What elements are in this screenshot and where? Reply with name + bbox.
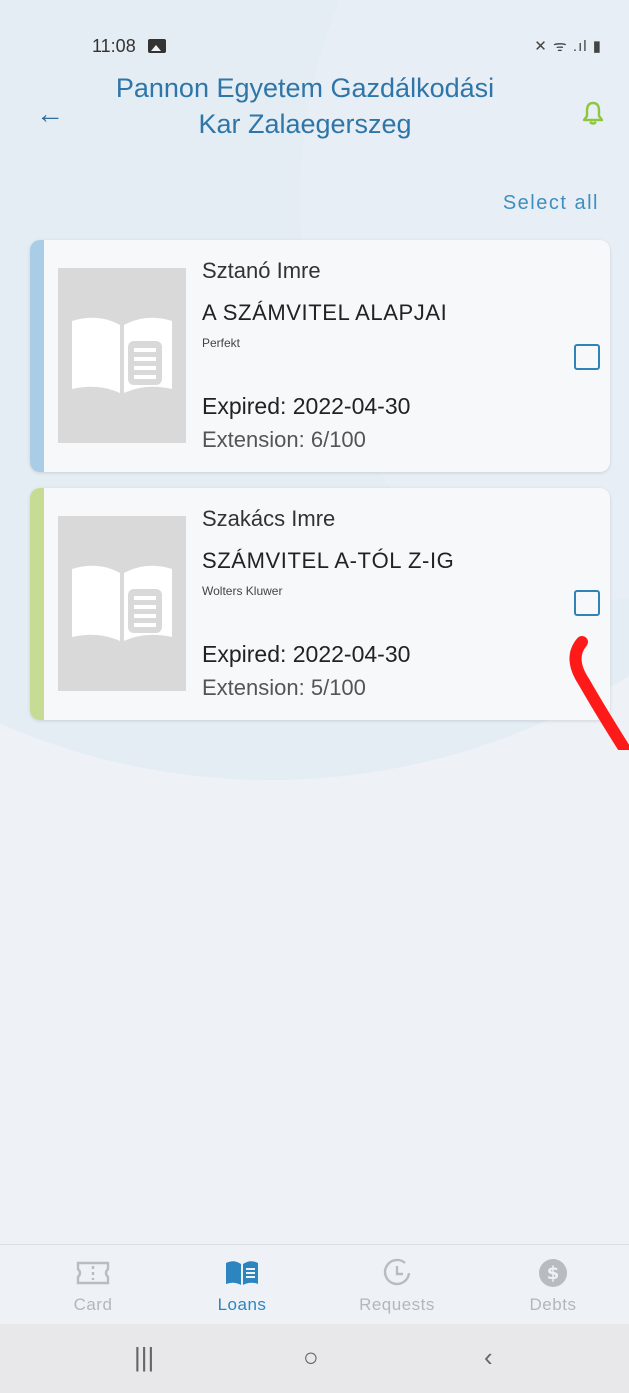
bottom-tab-bar: Card Loans Requests $ Debts: [0, 1244, 629, 1325]
card-stripe: [30, 240, 44, 472]
tab-requests[interactable]: Requests: [322, 1245, 472, 1325]
book-publisher: Wolters Kluwer: [202, 584, 283, 598]
recents-button[interactable]: |||: [134, 1342, 154, 1373]
status-icons: ✕ ᯤ .ıl ▮: [534, 38, 602, 55]
back-arrow-icon[interactable]: ←: [36, 98, 64, 130]
open-book-icon: [72, 317, 172, 393]
page-title-line1: Pannon Egyetem Gazdálkodási: [115, 73, 495, 103]
card-stripe: [30, 488, 44, 720]
loan-card[interactable]: Sztanó Imre A SZÁMVITEL ALAPJAI Perfekt …: [30, 240, 610, 472]
system-nav-bar: ||| ○ ‹: [0, 1324, 629, 1393]
ticket-icon: [76, 1261, 110, 1285]
extension-count: Extension: 6/100: [202, 427, 366, 452]
book-title: A SZÁMVITEL ALAPJAI: [202, 300, 448, 325]
select-all-button[interactable]: Select all: [503, 192, 599, 215]
clock-icon: [383, 1258, 411, 1286]
bell-icon[interactable]: [582, 100, 604, 126]
expiry-date: Expired: 2022-04-30: [202, 641, 411, 667]
expiry-date: Expired: 2022-04-30: [202, 393, 411, 419]
gallery-icon: [148, 39, 166, 53]
loan-card[interactable]: Szakács Imre SZÁMVITEL A-TÓL Z-IG Wolter…: [30, 488, 610, 720]
book-icon: [226, 1261, 258, 1285]
dollar-icon: $: [539, 1259, 567, 1287]
home-button[interactable]: ○: [303, 1342, 319, 1373]
tab-card[interactable]: Card: [18, 1245, 168, 1325]
header: ← Pannon Egyetem Gazdálkodási Kar Zalaeg…: [0, 70, 629, 150]
tab-debts[interactable]: $ Debts: [478, 1245, 628, 1325]
annotation-arc: [569, 636, 629, 750]
tab-loans[interactable]: Loans: [167, 1245, 317, 1325]
system-back-button[interactable]: ‹: [484, 1342, 493, 1373]
open-book-icon: [72, 565, 172, 641]
svg-text:$: $: [547, 1263, 560, 1284]
status-bar: 11:08 ✕ ᯤ .ıl ▮: [92, 36, 602, 60]
book-title: SZÁMVITEL A-TÓL Z-IG: [202, 548, 455, 573]
page-title: Pannon Egyetem Gazdálkodási Kar Zalaeger…: [80, 70, 530, 142]
tab-label: Loans: [217, 1295, 267, 1314]
extension-count: Extension: 5/100: [202, 675, 366, 700]
page-title-line2: Kar Zalaegerszeg: [198, 109, 412, 139]
book-cover: [58, 516, 186, 691]
book-publisher: Perfekt: [202, 336, 241, 350]
loan-checkbox[interactable]: [574, 344, 600, 370]
tab-label: Card: [73, 1295, 113, 1314]
book-cover: [58, 268, 186, 443]
book-author: Sztanó Imre: [202, 258, 321, 283]
tab-label: Requests: [359, 1295, 435, 1314]
tab-label: Debts: [529, 1295, 577, 1314]
status-time: 11:08: [92, 36, 136, 56]
book-author: Szakács Imre: [202, 506, 336, 531]
